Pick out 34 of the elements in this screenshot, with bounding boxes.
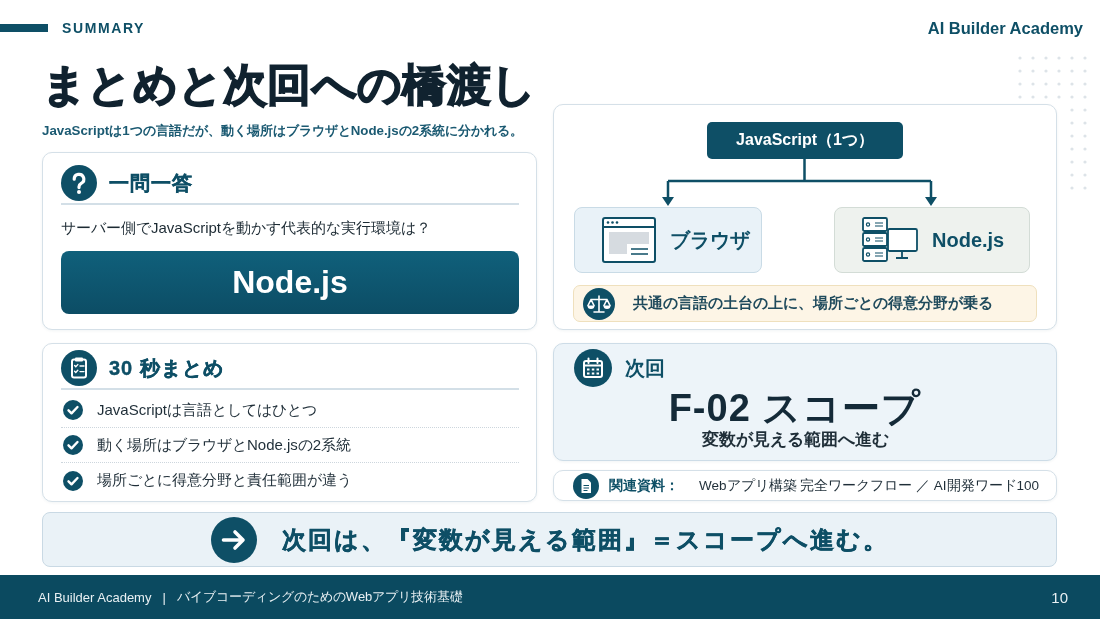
clipboard-checklist-icon xyxy=(61,350,97,386)
arrow-right-icon xyxy=(210,516,257,563)
summary-item: 場所ごとに得意分野と責任範囲が違う xyxy=(97,471,352,490)
note-text: 共通の言語の土台の上に、場所ごとの得意分野が乗る xyxy=(633,294,993,313)
next-subtitle: 変数が見える範囲へ進む xyxy=(701,429,889,451)
footer-course: バイブコーディングのためのWebアプリ技術基礎 xyxy=(176,588,464,606)
root-node: JavaScript（1つ） xyxy=(707,122,903,159)
next-title: F-02 スコープ xyxy=(668,387,922,429)
answer-banner: Node.js xyxy=(61,251,519,314)
branch-label: Node.js xyxy=(932,228,1005,252)
footer-brand: AI Builder Academy xyxy=(38,589,152,605)
page-number: 10 xyxy=(1051,588,1068,606)
branch-label: ブラウザ xyxy=(670,227,750,253)
section-label: SUMMARY xyxy=(62,20,145,36)
related-label: 関連資料： xyxy=(609,476,679,495)
slide-subtitle: JavaScriptは1つの言語だが、動く場所はブラウザとNode.jsの2系統に分かれる。 xyxy=(42,122,524,140)
server-monitor-icon xyxy=(862,217,918,263)
brand-name: AI Builder Academy xyxy=(927,18,1083,38)
related-text: Webアプリ構築 完全ワークフロー ／ AI開発ワード100 xyxy=(699,476,1040,495)
accent-bar xyxy=(0,24,48,32)
card-heading: 一問一答 xyxy=(109,170,193,196)
scales-icon xyxy=(583,287,615,320)
next-label: 次回 xyxy=(625,355,665,381)
summary-item: 動く場所はブラウザとNode.jsの2系統 xyxy=(97,435,352,455)
footer-separator: | xyxy=(162,589,166,605)
card-heading: 30 秒まとめ xyxy=(109,355,224,381)
browser-window-icon xyxy=(602,217,656,263)
summary-item: JavaScriptは言語としてはひとつ xyxy=(97,400,318,420)
dot-pattern-drawing xyxy=(1018,56,1087,99)
question-text: サーバー側でJavaScriptを動かす代表的な実行環境は？ xyxy=(61,218,433,238)
question-icon xyxy=(61,165,97,201)
calendar-icon xyxy=(574,349,612,387)
banner-text: 次回は、『変数が見える範囲』＝スコープへ進む。 xyxy=(281,524,889,555)
slide-title: まとめと次回への橋渡し xyxy=(42,59,537,111)
